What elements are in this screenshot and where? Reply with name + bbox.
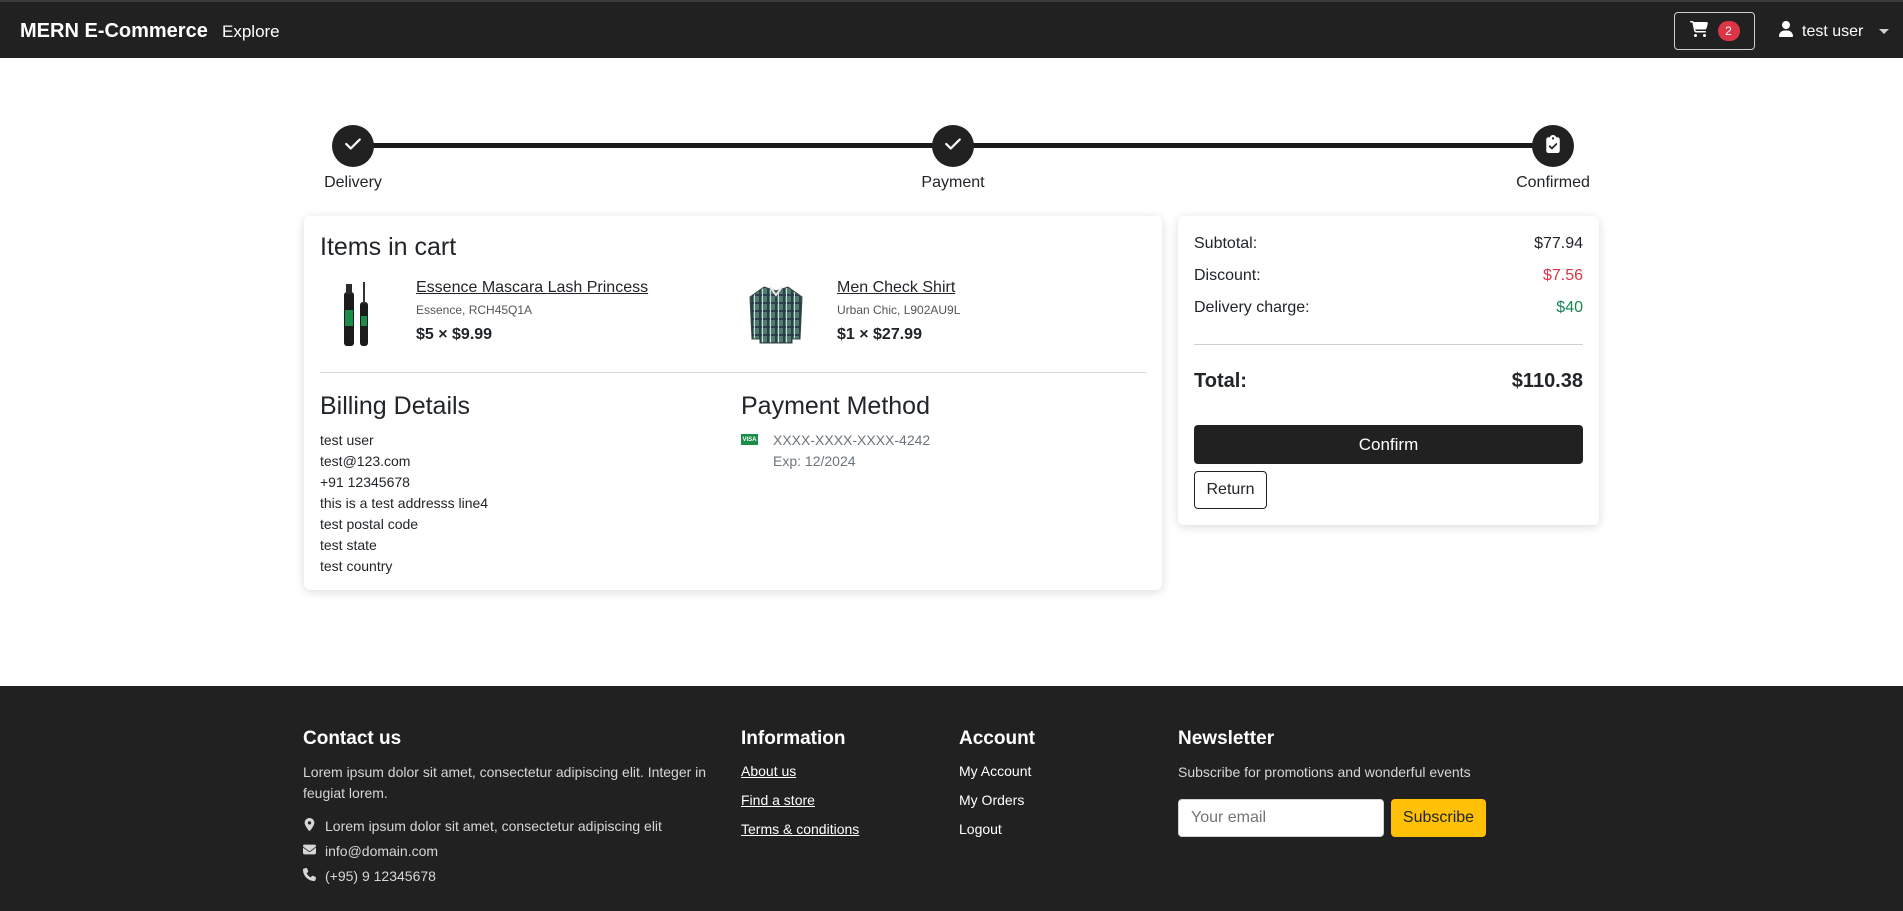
subtotal-row: Subtotal: $77.94 [1194,235,1583,253]
brand-logo[interactable]: MERN E-Commerce [20,20,208,43]
billing-phone: +91 12345678 [320,474,410,490]
item-name-link[interactable]: Men Check Shirt [837,279,960,297]
footer-information-section: Information About us Find a store Terms … [741,728,941,849]
footer-link-my-orders[interactable]: My Orders [959,791,1159,820]
footer-newsletter-section: Newsletter Subscribe for promotions and … [1178,728,1578,837]
items-in-cart-title: Items in cart [320,233,457,261]
phone-icon [303,867,325,884]
cart-item: Men Check Shirt Urban Chic, L902AU9L $1 … [741,279,960,349]
footer-newsletter-title: Newsletter [1178,728,1275,749]
shirt-image[interactable] [741,279,811,349]
step-confirmed [1532,125,1574,167]
delivery-row: Delivery charge: $40 [1194,299,1583,317]
footer-account-section: Account My Account My Orders Logout [959,728,1159,849]
footer-address: Lorem ipsum dolor sit amet, consectetur … [303,813,713,838]
billing-details-title: Billing Details [320,392,471,420]
footer-contact-title: Contact us [303,728,402,749]
billing-address: this is a test addresss line4 [320,495,489,511]
footer-link-about-us[interactable]: About us [741,762,941,791]
step-payment [932,125,974,167]
billing-email: test@123.com [320,453,411,469]
subscribe-button[interactable]: Subscribe [1391,799,1486,837]
summary-divider [1194,344,1583,345]
footer-address-text: Lorem ipsum dolor sit amet, consectetur … [325,817,662,834]
step-label-delivery: Delivery [324,174,382,191]
item-name-link[interactable]: Essence Mascara Lash Princess [416,279,648,297]
footer-contact-text: Lorem ipsum dolor sit amet, consectetur … [303,764,707,801]
check-icon [944,135,962,158]
check-icon [344,135,362,158]
confirm-button[interactable]: Confirm [1194,425,1583,464]
footer-account-title: Account [959,728,1035,749]
billing-country: test country [320,558,393,574]
cart-count-badge: 2 [1717,21,1740,41]
total-value: $110.38 [1511,370,1583,392]
item-price: $1 × $27.99 [837,326,922,343]
footer: Contact us Lorem ipsum dolor sit amet, c… [0,686,1903,911]
billing-state: test state [320,537,377,553]
envelope-icon [303,843,325,859]
section-divider [320,372,1146,373]
footer-link-logout[interactable]: Logout [959,820,1159,849]
footer-phone: (+95) 9 12345678 [303,863,713,888]
chevron-down-icon [1879,29,1890,34]
footer-newsletter-text: Subscribe for promotions and wonderful e… [1178,764,1471,780]
card-expiry: Exp: 12/2024 [773,453,856,469]
card-number: XXXX-XXXX-XXXX-4242 [773,432,931,448]
payment-method-title: Payment Method [741,392,930,420]
footer-link-my-account[interactable]: My Account [959,762,1159,791]
newsletter-email-input[interactable] [1178,799,1384,837]
mascara-image[interactable] [320,279,390,349]
user-menu-dropdown[interactable]: test user [1778,21,1890,42]
cart-button[interactable]: 2 [1674,12,1755,50]
footer-link-terms[interactable]: Terms & conditions [741,820,941,849]
subtotal-value: $77.94 [1534,235,1583,252]
navbar: MERN E-Commerce Explore 2 test user [0,0,1903,58]
footer-contact-section: Contact us Lorem ipsum dolor sit amet, c… [303,728,713,888]
billing-name: test user [320,432,374,448]
discount-value: $7.56 [1542,267,1583,284]
order-details-card: Items in cart Essence Mascara Lash Princ… [304,216,1162,590]
user-icon [1778,21,1794,42]
clipboard-check-icon [1544,134,1562,158]
footer-email: info@domain.com [303,838,713,863]
map-pin-icon [303,817,325,834]
nav-explore-link[interactable]: Explore [222,22,280,42]
delivery-value: $40 [1556,299,1583,316]
checkout-stepper: Delivery Payment Confirmed [300,118,1600,198]
step-delivery [332,125,374,167]
discount-label: Discount: [1194,267,1261,284]
footer-phone-text: (+95) 9 12345678 [325,867,436,884]
subtotal-label: Subtotal: [1194,235,1258,252]
user-name: test user [1802,22,1864,40]
step-label-payment: Payment [921,174,985,191]
newsletter-form: Subscribe [1178,799,1578,837]
item-price: $5 × $9.99 [416,326,493,343]
delivery-label: Delivery charge: [1194,299,1310,316]
order-summary-card: Subtotal: $77.94 Discount: $7.56 Deliver… [1178,216,1599,525]
cart-item: Essence Mascara Lash Princess Essence, R… [320,279,648,349]
step-label-confirmed: Confirmed [1516,174,1590,191]
item-meta: Essence, RCH45Q1A [416,303,533,317]
item-meta: Urban Chic, L902AU9L [837,303,961,317]
total-row: Total: $110.38 [1194,370,1583,393]
cart-icon [1689,20,1708,42]
footer-link-find-store[interactable]: Find a store [741,791,941,820]
return-button[interactable]: Return [1194,471,1267,509]
footer-information-title: Information [741,728,846,749]
footer-email-text: info@domain.com [325,842,439,859]
billing-details-list: test user test@123.com +91 12345678 this… [320,430,488,577]
discount-row: Discount: $7.56 [1194,267,1583,285]
payment-method-info: VISA XXXX-XXXX-XXXX-4242 Exp: 12/2024 [741,430,930,472]
total-label: Total: [1194,370,1247,392]
billing-postal-code: test postal code [320,516,419,532]
visa-card-icon: VISA [741,434,758,445]
